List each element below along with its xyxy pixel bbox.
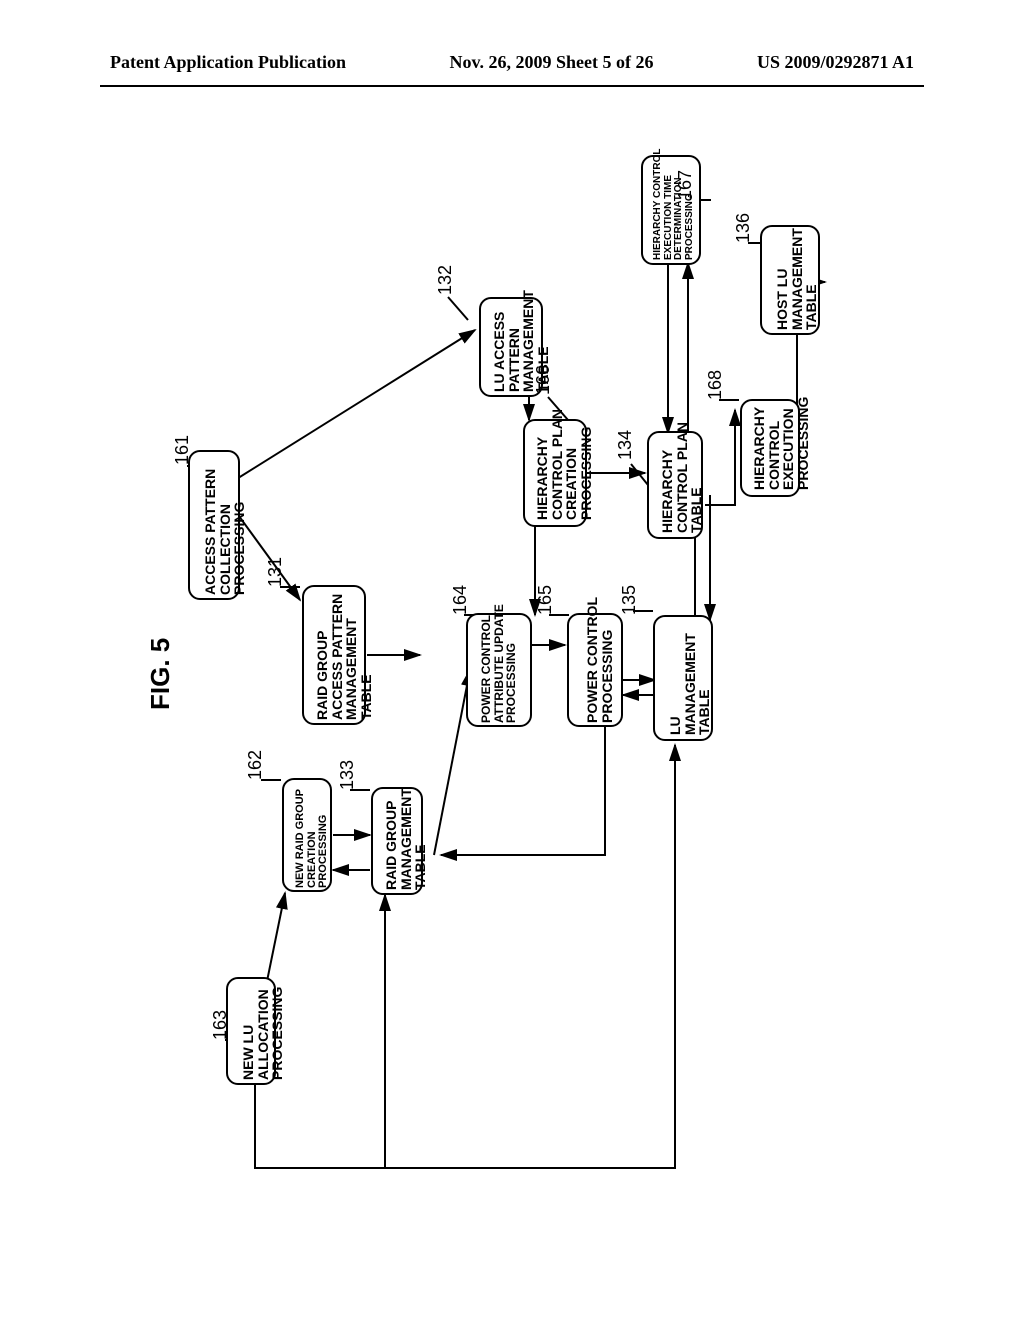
ref-135: 135 (619, 585, 640, 615)
ref-163: 163 (210, 1010, 231, 1040)
ref-132: 132 (435, 265, 456, 295)
block-text-166: HIERARCHY CONTROL PLAN CREATION PROCESSI… (535, 409, 594, 520)
block-text-164: POWER CONTROL ATTRIBUTE UPDATE PROCESSIN… (480, 604, 518, 723)
block-text-162: NEW RAID GROUP CREATION PROCESSING (295, 789, 330, 888)
ref-131: 131 (265, 557, 286, 587)
ref-161: 161 (172, 435, 193, 465)
block-text-165: POWER CONTROL PROCESSING (585, 597, 614, 723)
block-text-133: RAID GROUP MANAGEMENT TABLE (384, 788, 428, 890)
page-header: Patent Application Publication Nov. 26, … (0, 52, 1024, 73)
block-text-167: HIERARCHY CONTROL EXECUTION TIME DETERMI… (653, 149, 695, 260)
figure-label: FIG. 5 (145, 638, 176, 710)
ref-162: 162 (245, 750, 266, 780)
header-center: Nov. 26, 2009 Sheet 5 of 26 (450, 52, 654, 73)
ref-164: 164 (450, 585, 471, 615)
block-text-168: HIERARCHY CONTROL EXECUTION PROCESSING (752, 397, 811, 490)
figure-5-diagram: FIG. 5 (125, 155, 855, 1215)
block-text-136: HOST LU MANAGEMENT TABLE (775, 228, 819, 330)
ref-166: 166 (533, 365, 554, 395)
block-text-131: RAID GROUP ACCESS PATTERN MANAGEMENT TAB… (315, 594, 374, 720)
block-text-135: LU MANAGEMENT TABLE (668, 633, 712, 735)
block-text-161: ACCESS PATTERN COLLECTION PROCESSING (203, 469, 247, 595)
header-divider (100, 85, 924, 87)
block-text-163: NEW LU ALLOCATION PROCESSING (241, 987, 285, 1080)
ref-133: 133 (337, 760, 358, 790)
ref-134: 134 (615, 430, 636, 460)
header-left: Patent Application Publication (110, 52, 346, 73)
block-text-134: HIERARCHY CONTROL PLAN TABLE (660, 422, 704, 533)
ref-165: 165 (535, 585, 556, 615)
ref-167: 167 (675, 170, 696, 200)
header-right: US 2009/0292871 A1 (757, 52, 914, 73)
ref-136: 136 (733, 213, 754, 243)
ref-168: 168 (705, 370, 726, 400)
